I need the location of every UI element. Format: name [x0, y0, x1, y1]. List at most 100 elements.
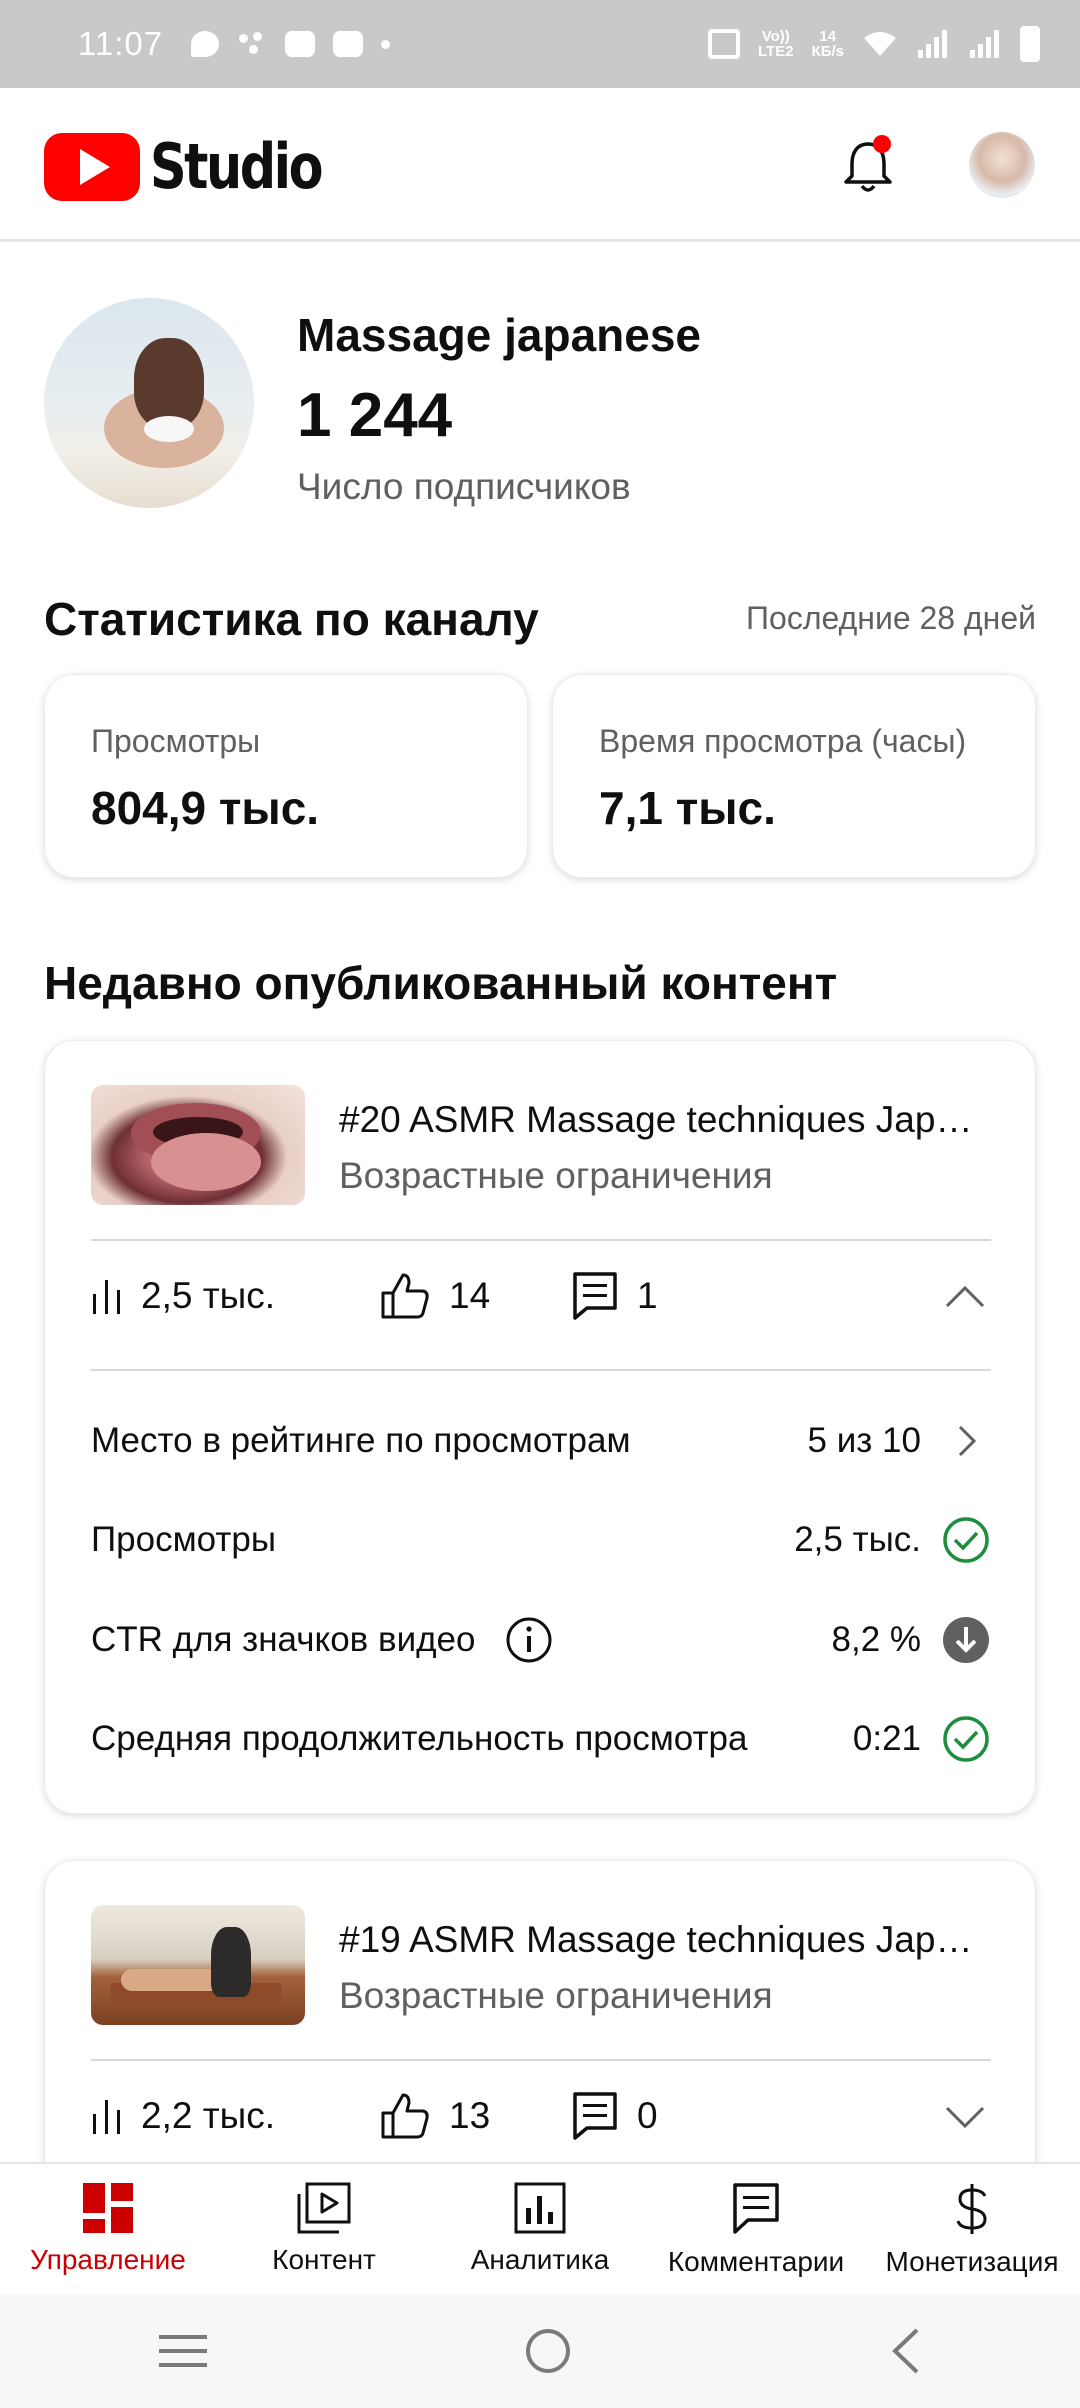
- detail-value: 5 из 10: [807, 1421, 921, 1460]
- nav-label: Управление: [30, 2244, 186, 2275]
- youtube-notification-icon-2: [333, 31, 364, 57]
- bell-icon[interactable]: [838, 134, 898, 196]
- detail-value: 8,2 %: [831, 1620, 922, 1659]
- channel-name: Massage japanese: [297, 309, 702, 361]
- likes-value: 14: [449, 1275, 491, 1316]
- comments-metric: 1: [571, 1270, 658, 1322]
- video-thumbnail[interactable]: [91, 1085, 305, 1205]
- likes-metric: 14: [379, 1271, 571, 1321]
- down-arrow-circle-icon: [943, 1617, 989, 1663]
- signal-icon-2: [970, 30, 999, 58]
- detail-row-ranking[interactable]: Место в рейтинге по просмотрам 5 из 10: [91, 1411, 991, 1471]
- stats-section-title: Статистика по каналу: [44, 593, 539, 645]
- volte-indicator: Vo)) LTE2: [757, 28, 794, 60]
- channel-avatar: [44, 298, 254, 508]
- stat-value: 804,9 тыс.: [91, 782, 320, 834]
- comment-icon: [573, 2092, 617, 2140]
- recent-apps-icon[interactable]: [157, 2331, 209, 2371]
- comments-value: 1: [637, 1275, 658, 1316]
- video-restriction: Возрастные ограничения: [339, 1975, 773, 2016]
- system-status-icons: Vo)) LTE2 14 КБ/s: [707, 26, 1040, 62]
- views-value: 2,2 тыс.: [141, 2095, 276, 2136]
- back-icon[interactable]: [887, 2326, 923, 2376]
- app-name: Studio: [150, 130, 324, 203]
- wifi-icon: [864, 32, 896, 56]
- detail-row-avg-duration: Средняя продолжительность просмотра 0:21: [91, 1709, 991, 1769]
- thumbs-up-icon: [381, 2093, 429, 2139]
- video-title[interactable]: #20 ASMR Massage techniques Japanese: [339, 1099, 989, 1141]
- battery-icon: [1020, 26, 1040, 62]
- chevron-up-icon[interactable]: [945, 1278, 985, 1314]
- dashboard-icon: [83, 2183, 133, 2233]
- detail-value: 2,5 тыс.: [794, 1520, 921, 1559]
- account-avatar[interactable]: [969, 132, 1035, 198]
- subscriber-count: 1 244: [297, 381, 453, 450]
- comments-icon: [733, 2183, 779, 2234]
- more-notifications-dot: [381, 39, 391, 49]
- views-metric: 2,2 тыс.: [91, 2095, 379, 2137]
- divider: [91, 2059, 991, 2061]
- vibrate-icon: [707, 29, 740, 59]
- comment-icon: [573, 1272, 617, 1320]
- divider: [91, 1239, 991, 1241]
- video-metrics-row: 2,5 тыс. 14 1: [91, 1256, 991, 1336]
- bottom-navigation: Управление Контент Аналитика Комментарии…: [0, 2162, 1080, 2294]
- views-stat-card[interactable]: Просмотры 804,9 тыс.: [44, 674, 528, 878]
- stat-value: 7,1 тыс.: [599, 782, 776, 834]
- nav-dashboard[interactable]: Управление: [0, 2164, 216, 2294]
- detail-value: 0:21: [852, 1719, 921, 1758]
- thumbs-up-icon: [381, 1273, 429, 1319]
- comments-value: 0: [637, 2095, 658, 2136]
- likes-value: 13: [449, 2095, 491, 2136]
- views-bars-icon: [93, 2100, 120, 2134]
- nav-content[interactable]: Контент: [216, 2164, 432, 2294]
- nav-label: Монетизация: [885, 2246, 1059, 2277]
- info-icon[interactable]: [505, 1616, 553, 1664]
- stats-period: Последние 28 дней: [746, 600, 1036, 636]
- detail-row-views: Просмотры 2,5 тыс.: [91, 1510, 991, 1570]
- stat-label: Просмотры: [91, 723, 261, 759]
- system-navigation-bar: [0, 2294, 1080, 2408]
- content-icon: [297, 2182, 351, 2234]
- video-metrics-row: 2,2 тыс. 13 0: [91, 2076, 991, 2156]
- views-metric: 2,5 тыс.: [91, 1275, 379, 1317]
- views-value: 2,5 тыс.: [141, 1275, 276, 1316]
- network-speed: 14 КБ/s: [811, 28, 844, 60]
- app-notification-icon: [237, 31, 267, 57]
- nav-label: Комментарии: [667, 2246, 845, 2277]
- nav-label: Контент: [272, 2244, 376, 2275]
- home-icon[interactable]: [523, 2326, 573, 2376]
- recent-content-title: Недавно опубликованный контент: [44, 957, 838, 1009]
- likes-metric: 13: [379, 2091, 571, 2141]
- notification-badge: [873, 135, 891, 153]
- watch-time-stat-card[interactable]: Время просмотра (часы) 7,1 тыс.: [552, 674, 1036, 878]
- chat-notification-icon: [191, 31, 220, 57]
- detail-label: Средняя продолжительность просмотра: [91, 1719, 748, 1758]
- subscriber-label: Число подписчиков: [297, 466, 631, 507]
- comments-metric: 0: [571, 2090, 658, 2142]
- chevron-down-icon[interactable]: [945, 2098, 985, 2134]
- nav-comments[interactable]: Комментарии: [648, 2164, 864, 2294]
- detail-label: CTR для значков видео: [91, 1620, 476, 1659]
- chevron-right-icon: [958, 1425, 976, 1457]
- video-thumbnail[interactable]: [91, 1905, 305, 2025]
- video-title[interactable]: #19 ASMR Massage techniques Japanese: [339, 1919, 989, 1961]
- nav-label: Аналитика: [470, 2244, 610, 2275]
- detail-label: Просмотры: [91, 1520, 276, 1559]
- stat-label: Время просмотра (часы): [599, 723, 967, 759]
- status-time: 11:07: [78, 25, 164, 62]
- video-restriction: Возрастные ограничения: [339, 1155, 773, 1196]
- notification-icons: [191, 31, 391, 57]
- check-circle-icon: [943, 1716, 989, 1762]
- detail-row-ctr: CTR для значков видео 8,2 %: [91, 1610, 991, 1670]
- nav-analytics[interactable]: Аналитика: [432, 2164, 648, 2294]
- youtube-play-icon: [44, 132, 140, 201]
- analytics-icon: [514, 2182, 566, 2234]
- signal-icon: [918, 30, 947, 58]
- detail-label: Место в рейтинге по просмотрам: [91, 1421, 631, 1460]
- youtube-notification-icon: [285, 31, 316, 57]
- status-bar: 11:07 Vo)) LTE2 14 КБ/s: [0, 0, 1080, 88]
- nav-monetization[interactable]: Монетизация: [864, 2164, 1080, 2294]
- app-header: Studio: [0, 88, 1080, 242]
- youtube-studio-logo[interactable]: Studio: [44, 130, 359, 203]
